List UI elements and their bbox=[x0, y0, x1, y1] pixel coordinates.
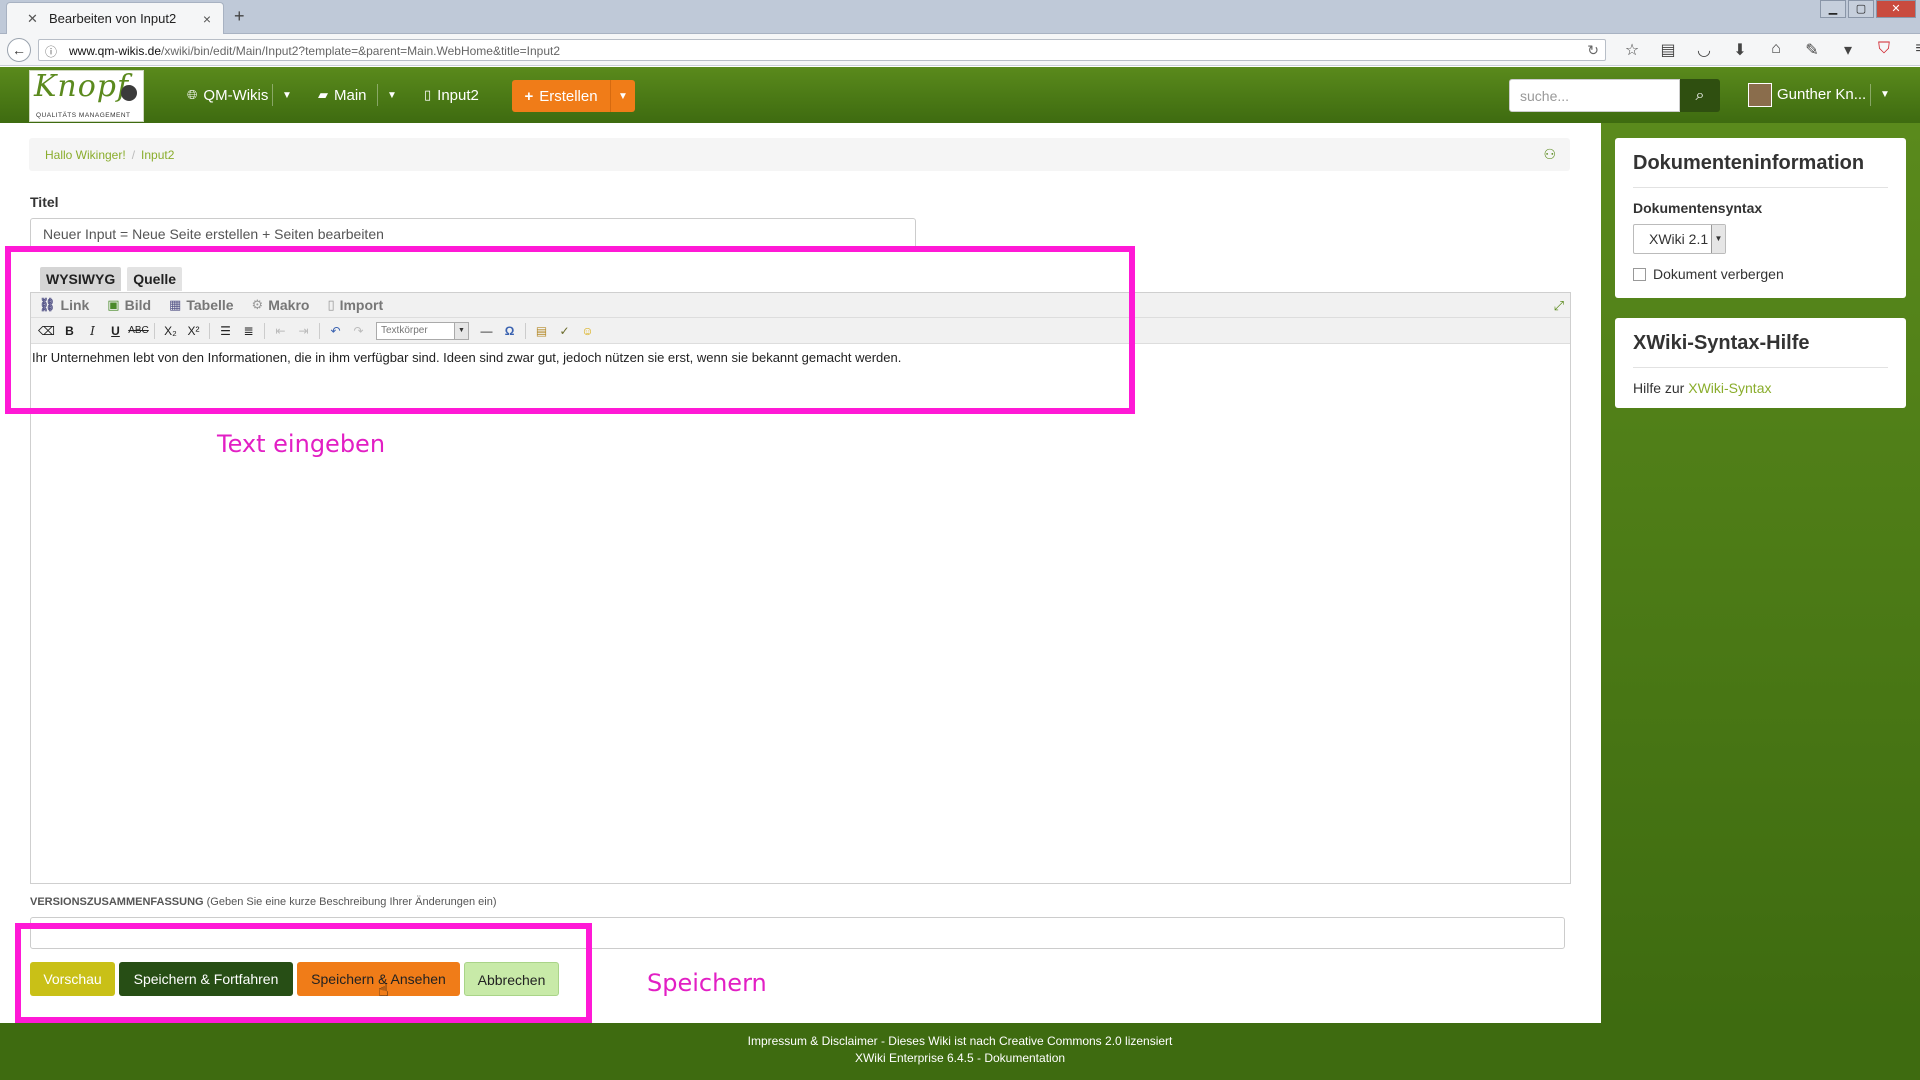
footer-line-1[interactable]: Impressum & Disclaimer - Dieses Wiki ist… bbox=[0, 1033, 1920, 1050]
new-tab-button[interactable]: + bbox=[234, 6, 245, 27]
shield-icon[interactable]: ⛉ bbox=[1866, 40, 1902, 60]
browser-tab[interactable]: ✕ Bearbeiten von Input2 × bbox=[6, 2, 224, 34]
search-button[interactable]: ⌕ bbox=[1680, 79, 1720, 112]
syntax-help-panel: XWiki-Syntax-Hilfe Hilfe zur XWiki-Synta… bbox=[1615, 318, 1906, 408]
globe-icon: 🌐︎ bbox=[187, 87, 198, 102]
create-caret-icon[interactable]: ▼ bbox=[611, 80, 635, 112]
browser-toolbar-icons: ☆ ▤ ◡ ⬇ ⌂ ✎ ▾ ⛉ ≡ bbox=[1614, 40, 1920, 60]
create-label: Erstellen bbox=[539, 87, 598, 105]
tools-icon[interactable]: ✎ bbox=[1794, 40, 1830, 60]
logo[interactable]: Knopf QUALITÄTS MANAGEMENT bbox=[29, 69, 144, 122]
hierarchy-icon[interactable]: ⚇ bbox=[1543, 146, 1556, 163]
download-icon[interactable]: ⬇ bbox=[1722, 40, 1758, 60]
nav-main[interactable]: ▰ Main bbox=[318, 67, 367, 123]
url-path: /xwiki/bin/edit/Main/Input2?template=&pa… bbox=[161, 44, 561, 58]
reading-list-icon[interactable]: ▤ bbox=[1650, 40, 1686, 60]
nav-divider bbox=[377, 84, 378, 106]
hide-document-row[interactable]: Dokument verbergen bbox=[1633, 266, 1888, 282]
breadcrumb-separator: / bbox=[131, 147, 136, 162]
breadcrumb-item-current[interactable]: Input2 bbox=[141, 148, 174, 162]
version-summary-hint: (Geben Sie eine kurze Beschreibung Ihrer… bbox=[206, 896, 497, 908]
nav-input2[interactable]: ▯ Input2 bbox=[424, 67, 479, 123]
site-info-icon[interactable]: ⓘ bbox=[45, 43, 57, 60]
user-name[interactable]: Gunther Kn... bbox=[1777, 67, 1866, 123]
hide-document-label: Dokument verbergen bbox=[1653, 266, 1784, 282]
breadcrumb-item-home[interactable]: Hallo Wikinger! bbox=[45, 148, 126, 162]
browser-tab-bar: ✕ Bearbeiten von Input2 × + ▁ ▢ ✕ bbox=[0, 0, 1920, 34]
highlight-buttons-box bbox=[15, 923, 592, 1023]
nav-qm-wikis-caret-icon[interactable]: ▼ bbox=[282, 67, 292, 123]
back-button[interactable]: ← bbox=[7, 38, 31, 62]
document-info-panel: Dokumenteninformation Dokumentensyntax X… bbox=[1615, 138, 1906, 298]
syntax-help-title: XWiki-Syntax-Hilfe bbox=[1633, 318, 1888, 368]
version-summary-title: VERSIONSZUSAMMENFASSUNG bbox=[30, 896, 204, 908]
url-bar[interactable]: ⓘ www.qm-wikis.de/xwiki/bin/edit/Main/In… bbox=[38, 39, 1606, 61]
search-input[interactable]: suche... bbox=[1509, 79, 1680, 112]
star-icon[interactable]: ☆ bbox=[1614, 40, 1650, 60]
syntax-label: Dokumentensyntax bbox=[1633, 200, 1763, 216]
menu-icon[interactable]: ≡ bbox=[1902, 40, 1920, 60]
annotation-save-hint: Speichern bbox=[647, 969, 767, 997]
footer: Impressum & Disclaimer - Dieses Wiki ist… bbox=[0, 1023, 1920, 1080]
url-host: www.qm-wikis.de bbox=[69, 44, 162, 58]
nav-divider bbox=[272, 84, 273, 106]
nav-input2-label: Input2 bbox=[437, 86, 479, 104]
window-controls: ▁ ▢ ✕ bbox=[1818, 0, 1916, 18]
nav-qm-wikis-label: QM-Wikis bbox=[203, 86, 269, 104]
search-icon: ⌕ bbox=[1695, 87, 1705, 104]
create-main-button[interactable]: + Erstellen bbox=[512, 80, 611, 112]
hide-document-checkbox[interactable] bbox=[1633, 267, 1646, 281]
pocket-icon[interactable]: ◡ bbox=[1686, 40, 1722, 60]
maximize-button[interactable]: ▢ bbox=[1848, 0, 1874, 18]
version-summary-label: VERSIONSZUSAMMENFASSUNG (Geben Sie eine … bbox=[30, 896, 497, 908]
reload-icon[interactable]: ↻ bbox=[1587, 42, 1599, 59]
annotation-text-hint: Text eingeben bbox=[217, 430, 386, 458]
folder-icon: ▰ bbox=[318, 87, 328, 102]
xwiki-favicon-icon: ✕ bbox=[27, 10, 38, 26]
user-caret-icon[interactable]: ▼ bbox=[1880, 67, 1890, 123]
breadcrumb: Hallo Wikinger! / Input2 ⚇ bbox=[29, 138, 1570, 171]
tab-close-icon[interactable]: × bbox=[199, 11, 215, 27]
minimize-button[interactable]: ▁ bbox=[1820, 0, 1846, 18]
document-info-title: Dokumenteninformation bbox=[1633, 138, 1888, 188]
logo-subtitle: QUALITÄTS MANAGEMENT bbox=[36, 112, 131, 119]
right-sidebar: Dokumenteninformation Dokumentensyntax X… bbox=[1601, 123, 1920, 1023]
fullscreen-icon[interactable]: ⤢ bbox=[1554, 298, 1564, 314]
url-text: www.qm-wikis.de/xwiki/bin/edit/Main/Inpu… bbox=[69, 44, 560, 58]
highlight-editor-box bbox=[5, 246, 1135, 414]
browser-navbar: ← ⓘ www.qm-wikis.de/xwiki/bin/edit/Main/… bbox=[0, 34, 1920, 66]
logo-word: Knopf bbox=[34, 69, 130, 104]
plus-icon: + bbox=[524, 87, 534, 105]
syntax-select[interactable]: XWiki 2.1 ▼ bbox=[1633, 224, 1726, 254]
avatar[interactable] bbox=[1748, 83, 1772, 107]
title-label: Titel bbox=[30, 194, 59, 210]
footer-line-2[interactable]: XWiki Enterprise 6.4.5 - Dokumentation bbox=[0, 1050, 1920, 1067]
close-window-button[interactable]: ✕ bbox=[1876, 0, 1916, 18]
create-button[interactable]: + Erstellen ▼ bbox=[512, 80, 635, 112]
file-icon: ▯ bbox=[424, 87, 432, 102]
syntax-help-text: Hilfe zur XWiki-Syntax bbox=[1633, 380, 1888, 396]
syntax-help-link[interactable]: XWiki-Syntax bbox=[1688, 380, 1771, 396]
dropdown-icon[interactable]: ▾ bbox=[1830, 40, 1866, 60]
syntax-select-value: XWiki 2.1 bbox=[1649, 231, 1709, 247]
syntax-help-prefix: Hilfe zur bbox=[1633, 380, 1685, 396]
user-divider bbox=[1870, 84, 1871, 106]
nav-qm-wikis[interactable]: 🌐︎ QM-Wikis bbox=[187, 67, 268, 123]
logo-ball-icon bbox=[121, 85, 137, 101]
nav-main-caret-icon[interactable]: ▼ bbox=[387, 67, 397, 123]
home-icon[interactable]: ⌂ bbox=[1758, 40, 1794, 60]
browser-tab-title: Bearbeiten von Input2 bbox=[49, 11, 177, 26]
chevron-down-icon: ▼ bbox=[1711, 225, 1725, 253]
site-header: Knopf QUALITÄTS MANAGEMENT 🌐︎ QM-Wikis ▼… bbox=[0, 67, 1920, 123]
nav-main-label: Main bbox=[334, 86, 367, 104]
